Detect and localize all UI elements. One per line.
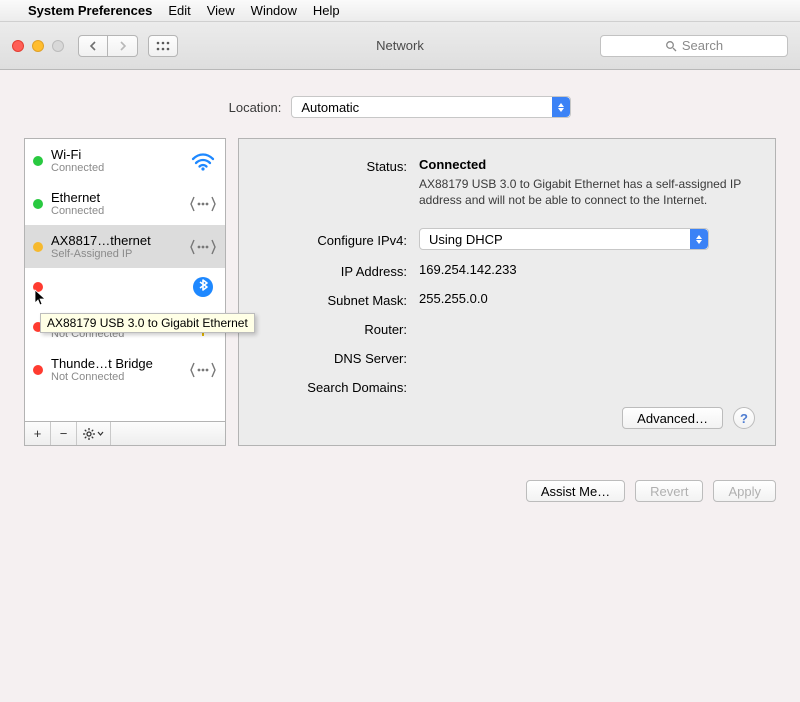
chevron-updown-icon (552, 97, 570, 117)
location-row: Location: Automatic (0, 70, 800, 138)
dns-server-label: DNS Server: (259, 349, 419, 366)
window-controls (12, 40, 64, 52)
sidebar-footer-spacer (111, 422, 225, 445)
menu-edit[interactable]: Edit (168, 3, 190, 18)
wifi-icon (189, 150, 217, 172)
service-bluetooth-pan[interactable]: Bluetooth PANNot Connected (25, 268, 225, 305)
chevron-updown-icon (690, 229, 708, 249)
minimize-window-button[interactable] (32, 40, 44, 52)
cursor-icon (34, 289, 48, 307)
zoom-window-button (52, 40, 64, 52)
service-name: Ethernet (51, 190, 181, 205)
status-value: Connected (419, 157, 755, 172)
service-status: Self-Assigned IP (51, 248, 181, 260)
configure-ipv4-select[interactable]: Using DHCP (419, 228, 709, 250)
service-actions-button[interactable] (77, 422, 111, 445)
sidebar-footer: + − (25, 421, 225, 445)
menubar: System Preferences Edit View Window Help (0, 0, 800, 22)
forward-button[interactable] (108, 35, 138, 57)
service-name: Thunde…t Bridge (51, 356, 181, 371)
window-title: Network (376, 38, 424, 53)
service-status: Not Connected (51, 371, 181, 383)
nav-back-forward (78, 35, 138, 57)
tooltip: AX88179 USB 3.0 to Gigabit Ethernet (40, 313, 255, 333)
status-dot (33, 242, 43, 252)
configure-ipv4-value: Using DHCP (429, 232, 503, 247)
grid-icon (156, 41, 170, 51)
assist-me-button[interactable]: Assist Me… (526, 480, 625, 502)
ip-address-value: 169.254.142.233 (419, 262, 755, 277)
location-value: Automatic (301, 100, 359, 115)
status-dot (33, 156, 43, 166)
bluetooth-icon (189, 276, 217, 298)
toolbar: Network Search (0, 22, 800, 70)
menu-window[interactable]: Window (251, 3, 297, 18)
router-label: Router: (259, 320, 419, 337)
gear-icon (83, 428, 95, 440)
service-ax88179[interactable]: AX8817…thernetSelf-Assigned IP (25, 225, 225, 268)
menu-view[interactable]: View (207, 3, 235, 18)
subnet-mask-value: 255.255.0.0 (419, 291, 755, 306)
show-all-button[interactable] (148, 35, 178, 57)
add-service-button[interactable]: + (25, 422, 51, 445)
service-status: Connected (51, 205, 181, 217)
search-field[interactable]: Search (600, 35, 788, 57)
revert-button: Revert (635, 480, 703, 502)
chevron-right-icon (119, 41, 127, 51)
advanced-button[interactable]: Advanced… (622, 407, 723, 429)
location-label: Location: (229, 100, 282, 115)
service-ethernet[interactable]: EthernetConnected (25, 182, 225, 225)
service-name: AX8817…thernet (51, 233, 181, 248)
service-wifi[interactable]: Wi-FiConnected (25, 139, 225, 182)
service-name: Wi-Fi (51, 147, 181, 162)
ethernet-icon (189, 359, 217, 381)
chevron-left-icon (89, 41, 97, 51)
chevron-down-icon (97, 431, 104, 436)
help-button[interactable]: ? (733, 407, 755, 429)
status-dot (33, 199, 43, 209)
menu-help[interactable]: Help (313, 3, 340, 18)
status-description: AX88179 USB 3.0 to Gigabit Ethernet has … (419, 176, 755, 208)
search-placeholder: Search (682, 38, 723, 53)
close-window-button[interactable] (12, 40, 24, 52)
service-thunderbolt-bridge[interactable]: Thunde…t BridgeNot Connected (25, 348, 225, 391)
ethernet-icon (189, 236, 217, 258)
services-sidebar: Wi-FiConnected EthernetConnected AX8817…… (24, 138, 226, 446)
location-select[interactable]: Automatic (291, 96, 571, 118)
remove-service-button[interactable]: − (51, 422, 77, 445)
ethernet-icon (189, 193, 217, 215)
status-dot (33, 365, 43, 375)
app-menu[interactable]: System Preferences (28, 3, 152, 18)
search-icon (665, 40, 677, 52)
detail-panel: Status: Connected AX88179 USB 3.0 to Gig… (238, 138, 776, 446)
back-button[interactable] (78, 35, 108, 57)
apply-button: Apply (713, 480, 776, 502)
service-status: Connected (51, 162, 181, 174)
configure-ipv4-label: Configure IPv4: (259, 231, 419, 248)
subnet-mask-label: Subnet Mask: (259, 291, 419, 308)
status-label: Status: (259, 157, 419, 174)
bottom-bar: Assist Me… Revert Apply (0, 458, 800, 502)
ip-address-label: IP Address: (259, 262, 419, 279)
search-domains-label: Search Domains: (259, 378, 419, 395)
